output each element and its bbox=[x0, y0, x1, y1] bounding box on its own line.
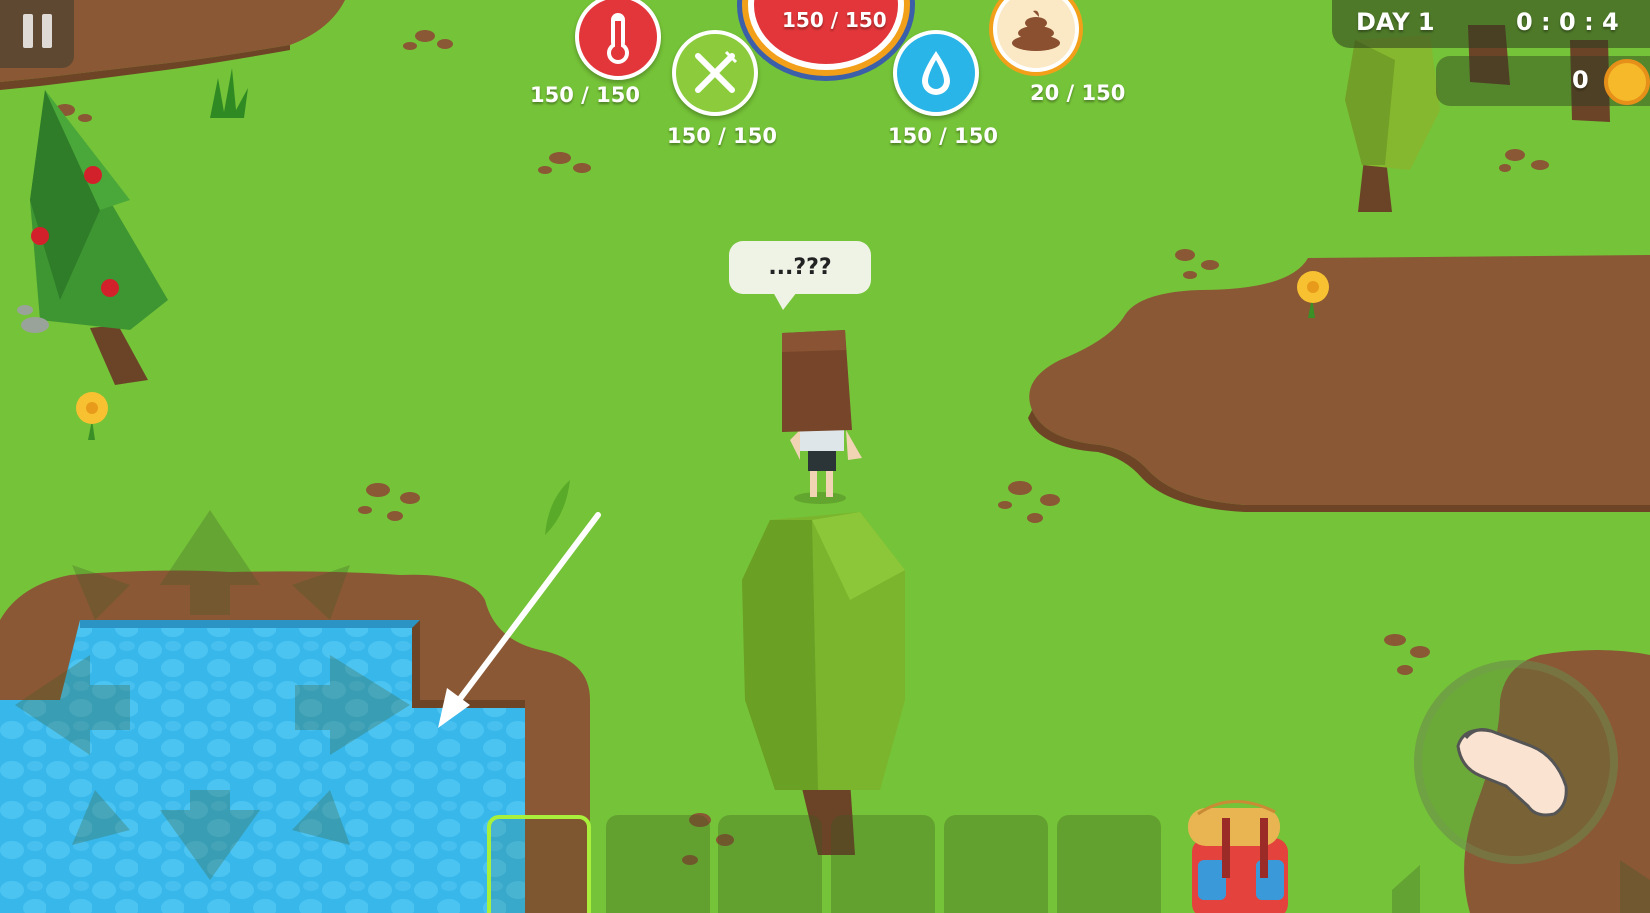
water-drop-icon bbox=[922, 51, 950, 95]
thirst-stat-icon bbox=[893, 30, 979, 116]
center-gauge-value: 150 / 150 bbox=[782, 8, 887, 32]
day-time-panel: DAY 1 0 : 0 : 4 bbox=[1332, 0, 1650, 48]
fork-knife-icon bbox=[695, 50, 738, 93]
coin-count: 0 bbox=[1572, 66, 1589, 94]
hotbar-slot[interactable] bbox=[606, 815, 710, 913]
hotbar-slot[interactable] bbox=[1057, 815, 1161, 913]
speech-bubble: ...??? bbox=[729, 241, 871, 310]
hotbar-slot[interactable] bbox=[831, 815, 935, 913]
hunger-value: 150 / 150 bbox=[667, 124, 777, 148]
thermometer-icon bbox=[607, 13, 629, 64]
game-timer: 0 : 0 : 4 bbox=[1516, 8, 1619, 36]
coin-icon bbox=[1604, 59, 1650, 105]
poop-value: 20 / 150 bbox=[1030, 81, 1126, 105]
hotbar-slot[interactable] bbox=[487, 815, 591, 913]
action-button[interactable] bbox=[1414, 660, 1618, 864]
hotbar-slot[interactable] bbox=[944, 815, 1048, 913]
dpad-control[interactable] bbox=[10, 505, 415, 885]
hotbar-slot[interactable] bbox=[718, 815, 822, 913]
thirst-value: 150 / 150 bbox=[888, 124, 998, 148]
backpack-button[interactable] bbox=[1188, 800, 1288, 913]
hand-icon bbox=[1456, 728, 1568, 817]
health-value: 150 / 150 bbox=[530, 83, 640, 107]
poop-icon bbox=[1012, 10, 1060, 51]
pause-icon bbox=[22, 14, 33, 48]
day-label: DAY 1 bbox=[1356, 8, 1435, 36]
coin-panel: 0 bbox=[1436, 56, 1650, 106]
pause-button[interactable] bbox=[0, 0, 74, 68]
hunger-stat-icon bbox=[672, 30, 758, 116]
